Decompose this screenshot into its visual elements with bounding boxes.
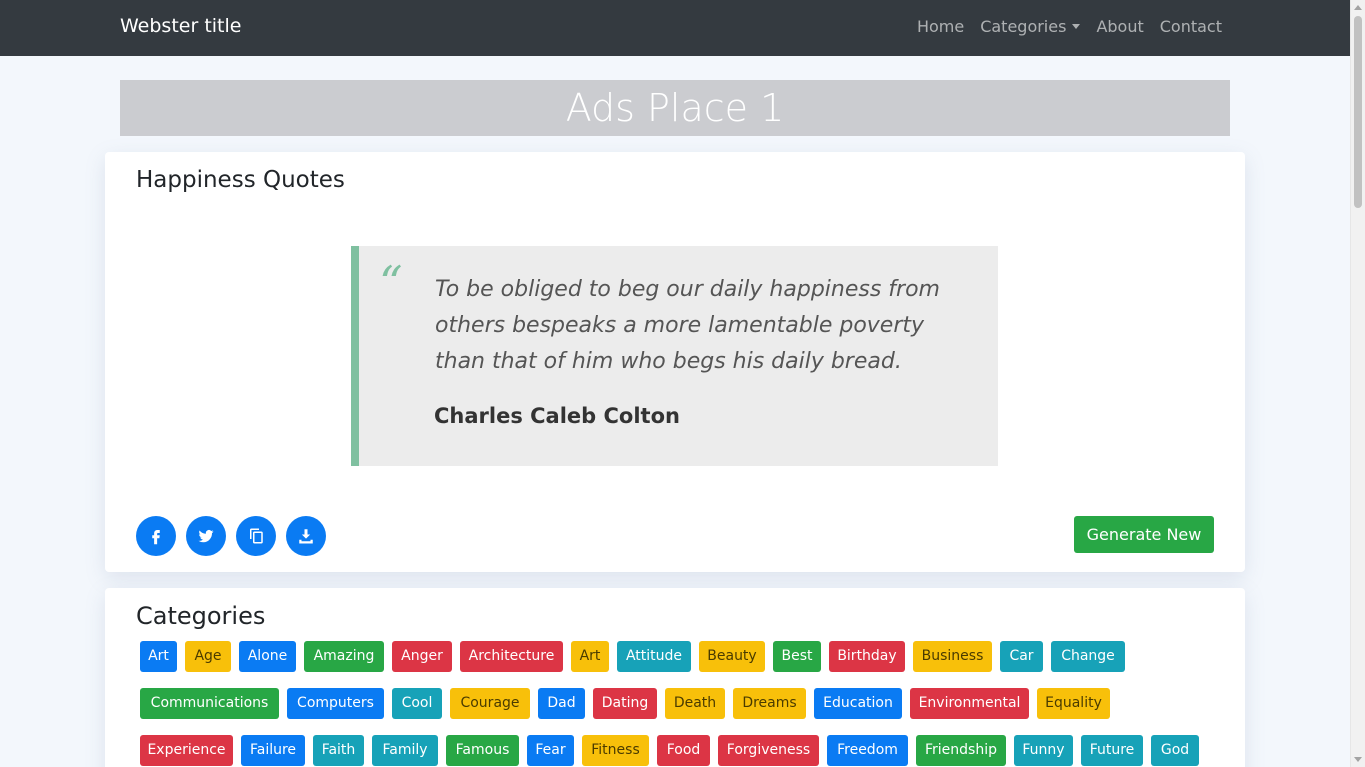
category-tag[interactable]: Food: [657, 735, 710, 766]
category-tag[interactable]: Famous: [446, 735, 519, 766]
scroll-up-arrow-icon[interactable]: [1354, 5, 1362, 10]
category-tag[interactable]: Alone: [239, 641, 296, 672]
category-tag[interactable]: Freedom: [827, 735, 908, 766]
nav-about[interactable]: About: [1096, 17, 1143, 36]
quote-mark-icon: “: [379, 256, 403, 310]
twitter-icon: [198, 529, 214, 543]
quote-author: Charles Caleb Colton: [434, 404, 680, 428]
category-tag[interactable]: Cool: [392, 688, 442, 719]
scroll-down-arrow-icon[interactable]: [1354, 757, 1362, 762]
nav-categories-label: Categories: [980, 17, 1067, 36]
category-tag[interactable]: Equality: [1037, 688, 1110, 719]
download-icon: [299, 529, 313, 544]
copy-quote-button[interactable]: [236, 516, 276, 556]
category-tag[interactable]: Forgiveness: [718, 735, 819, 766]
category-tag[interactable]: Anger: [392, 641, 452, 672]
category-tag[interactable]: Faith: [313, 735, 364, 766]
category-tag[interactable]: Fear: [527, 735, 574, 766]
category-tag[interactable]: Communications: [140, 688, 279, 719]
category-tag[interactable]: Art: [140, 641, 177, 672]
category-tag[interactable]: Beauty: [699, 641, 765, 672]
category-tag[interactable]: Failure: [241, 735, 305, 766]
category-tag[interactable]: Friendship: [916, 735, 1006, 766]
category-tag[interactable]: Family: [372, 735, 438, 766]
nav-categories-dropdown[interactable]: Categories: [980, 17, 1081, 36]
category-tag[interactable]: Funny: [1014, 735, 1073, 766]
navbar: Webster title Home Categories About Cont…: [0, 0, 1350, 56]
download-quote-button[interactable]: [286, 516, 326, 556]
category-tag[interactable]: Dad: [538, 688, 585, 719]
category-tag[interactable]: Art: [571, 641, 609, 672]
nav-links: Home Categories About Contact: [917, 17, 1222, 36]
category-tag[interactable]: Fitness: [582, 735, 649, 766]
category-tag[interactable]: Experience: [140, 735, 233, 766]
quote-block: “ To be obliged to beg our daily happine…: [351, 246, 998, 466]
category-tag[interactable]: Amazing: [304, 641, 384, 672]
category-tag[interactable]: Education: [814, 688, 902, 719]
category-tag[interactable]: Future: [1081, 735, 1143, 766]
chevron-down-icon: [1072, 24, 1081, 29]
category-tag[interactable]: Age: [185, 641, 231, 672]
category-tag[interactable]: Attitude: [617, 641, 691, 672]
category-tag[interactable]: Courage: [450, 688, 530, 719]
twitter-share-button[interactable]: [186, 516, 226, 556]
scrollbar-thumb[interactable]: [1354, 16, 1362, 208]
category-tag[interactable]: Car: [1000, 641, 1043, 672]
facebook-icon: [152, 530, 160, 545]
facebook-share-button[interactable]: [136, 516, 176, 556]
quote-card: Happiness Quotes “ To be obliged to beg …: [105, 152, 1245, 572]
generate-new-button[interactable]: Generate New: [1074, 516, 1214, 553]
category-tag[interactable]: Dreams: [733, 688, 806, 719]
category-tag[interactable]: Dating: [593, 688, 657, 719]
category-tag[interactable]: Business: [913, 641, 992, 672]
category-tag[interactable]: Computers: [287, 688, 384, 719]
category-tag[interactable]: God: [1151, 735, 1199, 766]
categories-card: Categories Art Age Alone Amazing Anger A…: [105, 588, 1245, 767]
category-tag[interactable]: Architecture: [460, 641, 563, 672]
categories-title: Categories: [136, 602, 266, 630]
category-tag[interactable]: Environmental: [910, 688, 1029, 719]
copy-icon: [250, 528, 263, 544]
page-scrollbar[interactable]: [1350, 0, 1365, 767]
ads-banner: Ads Place 1: [120, 80, 1230, 136]
category-tag[interactable]: Best: [773, 641, 821, 672]
quote-card-title: Happiness Quotes: [136, 167, 345, 193]
category-tag[interactable]: Change: [1051, 641, 1125, 672]
quote-text: To be obliged to beg our daily happiness…: [435, 277, 940, 374]
nav-home[interactable]: Home: [917, 17, 964, 36]
category-tag[interactable]: Birthday: [829, 641, 905, 672]
category-tag[interactable]: Death: [665, 688, 725, 719]
brand-title[interactable]: Webster title: [120, 15, 241, 37]
nav-contact[interactable]: Contact: [1160, 17, 1222, 36]
